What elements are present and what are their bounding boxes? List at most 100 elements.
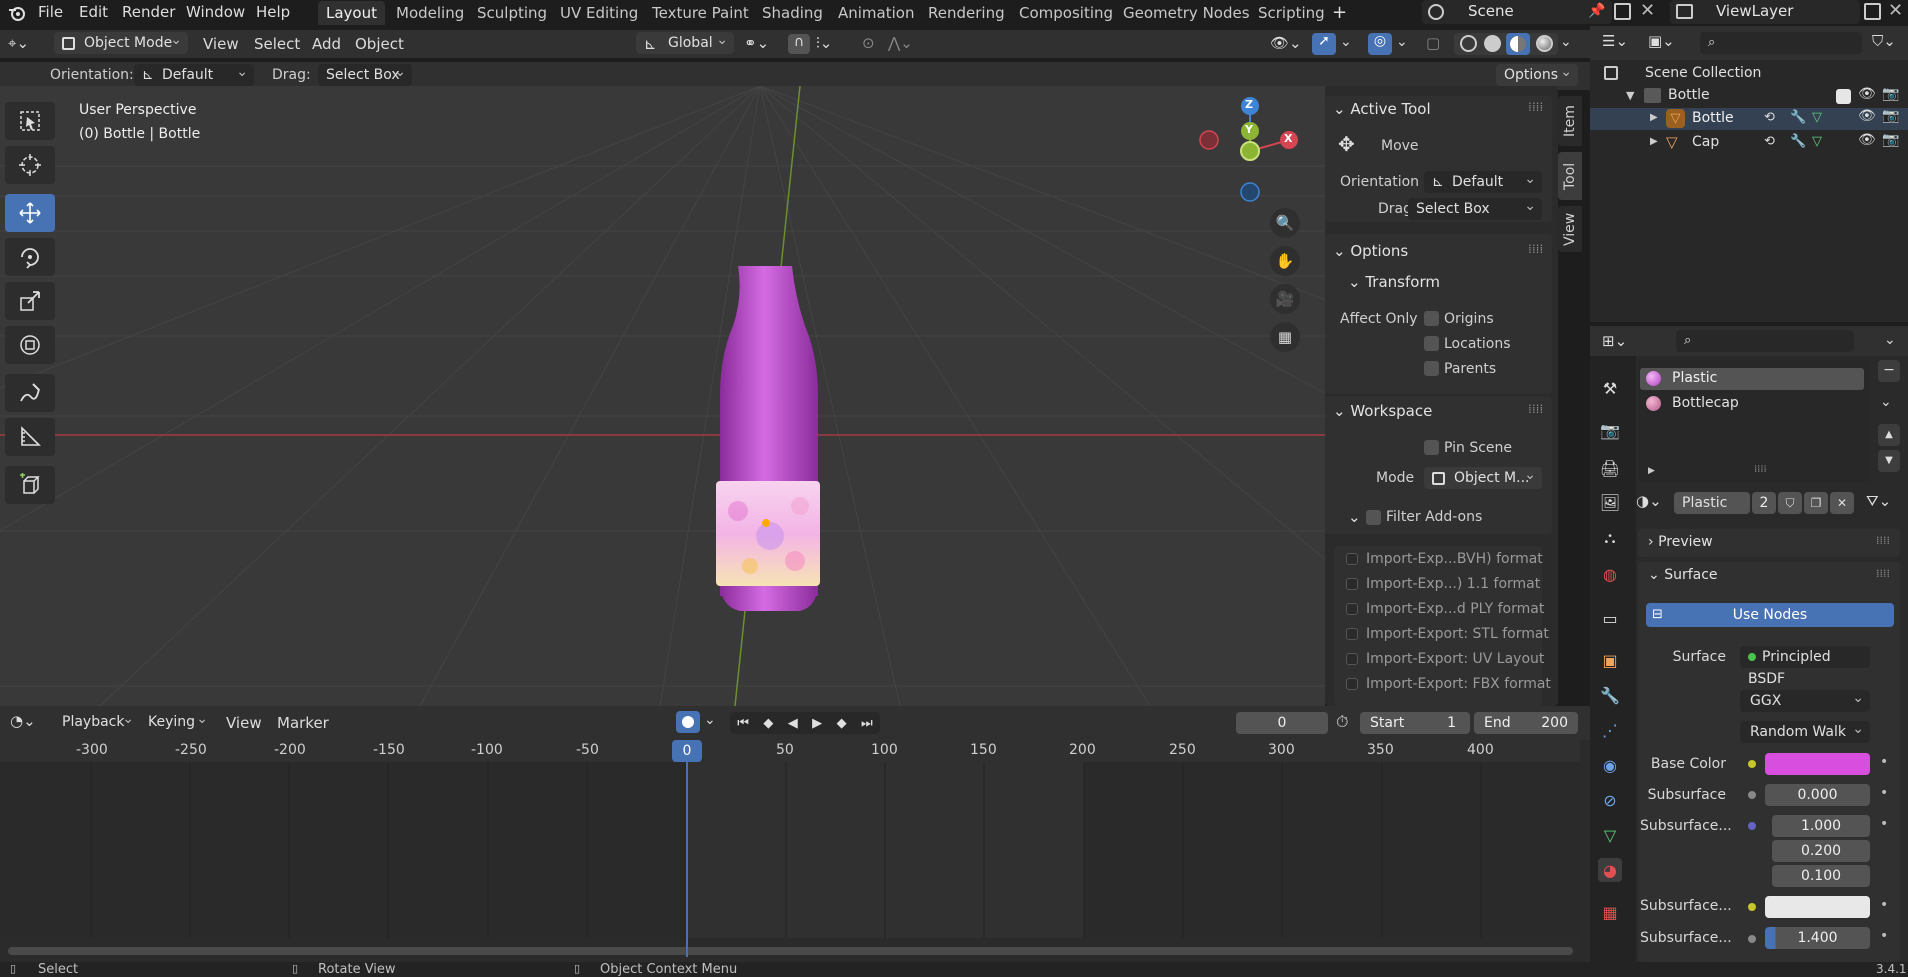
subsurface-ior-field[interactable]: 1.400 — [1765, 927, 1870, 949]
slot-menu-icon[interactable]: ⌄ — [1880, 394, 1892, 410]
outliner-search-input[interactable]: ⌕ — [1700, 32, 1862, 54]
outliner-editor-type-icon[interactable]: ☰⌄ — [1602, 32, 1628, 50]
zoom-icon[interactable]: 🔍 — [1270, 208, 1300, 238]
tool-transform[interactable] — [5, 326, 55, 364]
wireframe-shading-icon[interactable] — [1460, 35, 1477, 52]
jump-start-icon[interactable]: ⏮ — [737, 716, 749, 731]
texture-properties-icon[interactable]: ▦ — [1598, 900, 1622, 924]
move-slot-down-icon[interactable]: ▼ — [1878, 450, 1900, 472]
editor-type-icon[interactable]: ⌖⌄ — [8, 34, 29, 52]
tool-select-box[interactable] — [5, 102, 55, 140]
tab-view[interactable]: View — [1558, 206, 1582, 252]
workspace-title[interactable]: ⌄ Workspace — [1333, 402, 1432, 420]
new-view-layer-icon[interactable] — [1864, 3, 1881, 20]
drag-handle-icon[interactable]: ⁞⁞⁞⁞ — [1528, 242, 1543, 256]
collection-label[interactable]: Bottle — [1668, 87, 1710, 103]
menu-file[interactable]: File — [38, 0, 63, 25]
render-properties-icon[interactable]: 📷 — [1598, 418, 1622, 442]
object-properties-icon[interactable]: ▣ — [1598, 648, 1622, 672]
timeline-editor-type-icon[interactable]: ◔⌄ — [10, 712, 36, 730]
node-link-icon[interactable]: ⛛⌄ — [1866, 492, 1891, 510]
pivot-point-icon[interactable]: ⚭⌄ — [744, 34, 769, 52]
filter-icon[interactable]: ⛉⌄ — [1872, 32, 1896, 50]
addon-checkbox[interactable] — [1346, 628, 1358, 640]
camera-icon[interactable]: 📷 — [1882, 86, 1899, 102]
properties-options-icon[interactable]: ⌄ — [1884, 332, 1896, 348]
blender-logo-icon[interactable] — [8, 4, 26, 22]
bottle-object[interactable] — [700, 236, 840, 646]
menu-render[interactable]: Render — [122, 0, 175, 25]
timeline-marker-menu[interactable]: Marker — [277, 712, 329, 734]
material-users-count[interactable]: 2 — [1752, 492, 1776, 514]
header-menu-view[interactable]: View — [203, 33, 239, 55]
tab-scripting[interactable]: Scripting — [1250, 1, 1333, 25]
scene-properties-icon[interactable]: ⛬ — [1598, 526, 1622, 550]
close-scene-icon[interactable]: ✕ — [1640, 0, 1655, 21]
xray-icon[interactable]: ▢ — [1426, 34, 1440, 52]
menu-edit[interactable]: Edit — [79, 0, 108, 25]
expand-arrow-icon[interactable]: ▶ — [1650, 136, 1658, 147]
tool-annotate[interactable] — [5, 374, 55, 412]
tool-orientation-dropdown[interactable]: ⊾ Default — [134, 61, 254, 86]
close-view-layer-icon[interactable]: ✕ — [1888, 0, 1903, 21]
addon-checkbox[interactable] — [1346, 678, 1358, 690]
collection-properties-icon[interactable]: ▭ — [1598, 606, 1622, 630]
current-frame-marker[interactable]: 0 — [672, 740, 702, 762]
scene-selector[interactable]: Scene — [1422, 0, 1612, 24]
timeline-view-menu[interactable]: View — [226, 712, 262, 734]
parents-checkbox[interactable] — [1424, 361, 1439, 376]
visibility-icon[interactable]: 👁⌄ — [1270, 34, 1302, 52]
expand-arrow-icon[interactable]: ▶ — [1648, 466, 1655, 476]
falloff-icon[interactable]: ⋀⌄ — [888, 34, 913, 52]
material-properties-icon[interactable]: ◕ — [1598, 858, 1622, 882]
tool-measure[interactable] — [5, 418, 55, 456]
gizmo-menu-icon[interactable]: ⌄ — [1340, 34, 1352, 50]
remove-slot-icon[interactable]: − — [1878, 360, 1900, 382]
keyframe-dot-icon[interactable]: • — [1880, 754, 1888, 770]
subsurface-method-dropdown[interactable]: Random Walk — [1740, 718, 1870, 743]
preview-panel-title[interactable]: › Preview — [1648, 534, 1713, 550]
tool-cursor[interactable] — [5, 146, 55, 184]
overlay-menu-icon[interactable]: ⌄ — [1396, 34, 1408, 50]
tab-item[interactable]: Item — [1558, 96, 1582, 146]
tool-add-cube[interactable] — [5, 466, 55, 504]
tab-shading[interactable]: Shading — [754, 1, 831, 25]
distribution-dropdown[interactable]: GGX — [1740, 687, 1870, 712]
tool-move[interactable] — [5, 194, 55, 232]
start-frame-field[interactable]: Start 1 — [1360, 712, 1470, 734]
snap-icon[interactable]: ∩ — [788, 34, 810, 54]
drag-handle-icon[interactable]: ⁞⁞⁞⁞ — [1528, 100, 1543, 114]
physics-properties-icon[interactable]: ◉ — [1598, 753, 1622, 777]
eye-icon[interactable]: 👁 — [1858, 132, 1876, 148]
ortho-grid-icon[interactable]: ▦ — [1270, 322, 1300, 352]
subsurface-color-swatch[interactable] — [1765, 896, 1870, 918]
jump-end-icon[interactable]: ⏭ — [861, 716, 873, 731]
pin-scene-checkbox[interactable] — [1424, 440, 1439, 455]
duplicate-material-icon[interactable]: ❐ — [1804, 492, 1828, 514]
add-workspace-icon[interactable]: + — [1332, 0, 1347, 25]
options-dropdown[interactable]: Options — [1496, 61, 1578, 86]
playback-menu[interactable]: Playback — [54, 708, 140, 733]
camera-icon[interactable]: 📷 — [1882, 108, 1899, 124]
header-menu-select[interactable]: Select — [254, 33, 300, 55]
viewport-3d[interactable]: User Perspective (0) Bottle | Bottle Z Y… — [0, 86, 1325, 706]
menu-help[interactable]: Help — [256, 0, 290, 25]
output-properties-icon[interactable]: 🖨 — [1598, 456, 1622, 480]
view-layer-selector[interactable]: ViewLayer — [1670, 0, 1860, 24]
data-properties-icon[interactable]: ▽ — [1598, 823, 1622, 847]
socket-dot-icon[interactable] — [1748, 791, 1756, 799]
filter-addons-row[interactable]: ⌄ — [1348, 508, 1361, 526]
overlay-toggle-icon[interactable]: ◎ — [1368, 33, 1392, 55]
material-slot-label[interactable]: Bottlecap — [1672, 395, 1739, 411]
world-properties-icon[interactable]: ◍ — [1598, 562, 1622, 586]
np-drag-dropdown[interactable]: Select Box — [1408, 195, 1542, 220]
tool-drag-dropdown[interactable]: Select Box — [318, 61, 412, 86]
keyframe-dot-icon[interactable]: • — [1880, 785, 1888, 801]
expand-arrow-icon[interactable]: ▶ — [1650, 112, 1658, 123]
object-label-cap[interactable]: Cap — [1692, 134, 1719, 150]
tab-rendering[interactable]: Rendering — [920, 1, 1013, 25]
tool-scale[interactable] — [5, 282, 55, 320]
keyframe-dot-icon[interactable]: • — [1880, 897, 1888, 913]
tool-rotate[interactable] — [5, 238, 55, 276]
tab-tool[interactable]: Tool — [1558, 152, 1582, 200]
